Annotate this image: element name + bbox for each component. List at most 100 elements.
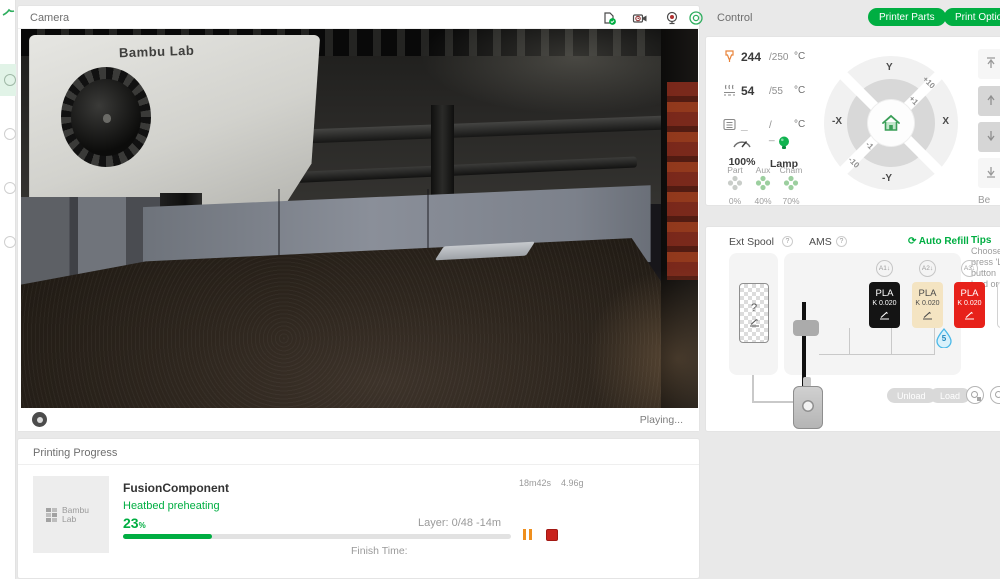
job-thumbnail: Bambu Lab [33,476,109,553]
xy-move-pad: Y -Y -X X +10 +1 -1 -10 [824,56,958,190]
layer-counter: Layer: 0/48 [418,517,474,529]
slot-feed-line [891,328,892,354]
sidebar-item-icon[interactable] [4,128,16,140]
aux-fan-control[interactable]: Aux 40% [748,165,778,206]
ams-label: AMS [809,236,832,248]
move-y-plus-label[interactable]: Y [886,62,893,73]
pause-button[interactable] [521,529,535,541]
control-title: Control [717,12,753,24]
load-button[interactable]: Load [930,388,971,403]
bed-temp-target[interactable]: /55 [769,86,783,97]
job-status: Heatbed preheating [123,500,220,512]
recording-icon[interactable] [688,10,704,26]
ext-spool-container: ? [729,253,778,375]
slot-material: PLA [960,288,979,299]
edit-filament-icon[interactable] [749,318,760,327]
ext-spool-help-icon[interactable]: ? [782,236,793,247]
slot-a2-badge: A2↓ [919,260,936,277]
slot-a3-badge: A3↓ [961,260,978,277]
progress-fill [123,534,213,539]
chamber-fan-icon [783,175,799,191]
filament-card: Ext Spool ? AMS ? ⟳ Auto Refill Tips Cho… [705,226,1000,432]
speed-control[interactable]: 100% [722,135,762,168]
ams-container: A1↓ A2↓ A3↓ A4↓ PLA K 0.020 PLA K 0.020 … [784,253,1000,375]
edit-filament-icon[interactable] [922,311,933,320]
home-button[interactable] [868,100,914,146]
camera-stream-toggle-button[interactable] [32,412,47,427]
edit-filament-icon[interactable] [964,311,975,320]
progress-bar [123,534,511,539]
printer-parts-button[interactable]: Printer Parts [868,8,946,26]
move-y-minus-label[interactable]: -Y [882,173,892,184]
ext-feed-line [752,375,754,401]
ams-slot-a2[interactable]: PLA K 0.020 [912,282,943,328]
nozzle-icon [725,50,734,62]
bed-temp-unit: °C [794,85,806,96]
ext-feed-line [752,401,796,403]
axis-temperature-card: 244 /250 °C 54 /55 °C _ / _ °C 100% Lamp… [705,36,1000,206]
belt-carriage [430,105,454,205]
chamber-temp-current: _ [741,118,748,132]
print-options-button[interactable]: Print Options [944,8,1000,26]
chamber-fan-value: 70% [782,196,800,206]
timelapse-icon[interactable] [632,10,648,26]
part-fan-icon [727,175,743,191]
sidebar-item-icon[interactable] [4,236,16,248]
chamber-fan-label: Cham [779,165,803,175]
tips-title: Tips [971,235,992,246]
edit-filament-icon[interactable] [879,311,890,320]
webcam-icon[interactable] [664,10,680,26]
part-fan-value: 0% [728,196,742,206]
toolhead-fan-hub [103,114,111,123]
ext-spool-slot[interactable]: ? [739,283,769,343]
time-remaining: -14m [476,517,502,529]
extruder-graphic [793,386,823,429]
ams-slot-a3[interactable]: PLA K 0.020 [954,282,985,328]
sidebar-item-icon[interactable] [4,182,16,194]
z-down-1-button[interactable] [978,122,1000,152]
filament-weight: 4.96g [561,478,584,488]
logo-icon [2,8,15,16]
divider [18,464,699,465]
ams-help-icon[interactable]: ? [836,236,847,247]
total-print-time: 18m42s [519,478,552,488]
stop-button[interactable] [546,529,558,541]
camera-panel: Camera Bambu Lab Playing... [17,5,703,432]
z-down-10-button[interactable] [978,158,1000,188]
move-x-minus-label[interactable]: -X [832,116,842,127]
bed-label-partial: Be [978,195,991,206]
nozzle-temp-unit: °C [794,51,806,62]
stream-status-label: Playing... [639,414,683,426]
left-sidebar [0,0,16,579]
move-x-plus-label[interactable]: X [942,116,949,127]
thumbnail-brand-label: Bambu Lab [62,504,89,524]
bed-icon [724,84,735,96]
lamp-icon [779,136,789,149]
slot-material: PLA [918,288,937,299]
active-filament-path [802,302,806,387]
ams-settings-icon[interactable] [966,386,984,404]
slot-material: PLA [875,288,894,299]
sidebar-device-icon[interactable] [4,74,16,86]
part-fan-control[interactable]: Part 0% [720,165,750,206]
slot-feed-line [849,328,850,354]
z-up-1-button[interactable] [978,86,1000,116]
sdcard-ok-icon[interactable] [601,10,617,26]
chamber-fan-control[interactable]: Cham 70% [776,165,806,206]
home-icon [882,114,900,131]
z-up-10-button[interactable] [978,49,1000,79]
nozzle-temp-target[interactable]: /250 [769,52,788,63]
feed-bus-line [819,354,935,355]
camera-stream-view[interactable]: Bambu Lab [21,29,698,410]
toolhead-brand-label: Bambu Lab [119,42,195,60]
filament-settings-icon[interactable] [990,386,1000,404]
slot-k-value: K 0.020 [872,300,897,307]
part-fan-label: Part [727,165,743,175]
bambu-logo-icon [46,507,58,522]
aux-fan-icon [755,175,771,191]
slot-k-value: K 0.020 [915,300,940,307]
auto-refill-button[interactable]: ⟳ Auto Refill [908,236,969,247]
control-area: Control Printer Parts Print Options 244 … [705,0,1000,440]
unload-button[interactable]: Unload [887,388,936,403]
ams-slot-a1[interactable]: PLA K 0.020 [869,282,900,328]
